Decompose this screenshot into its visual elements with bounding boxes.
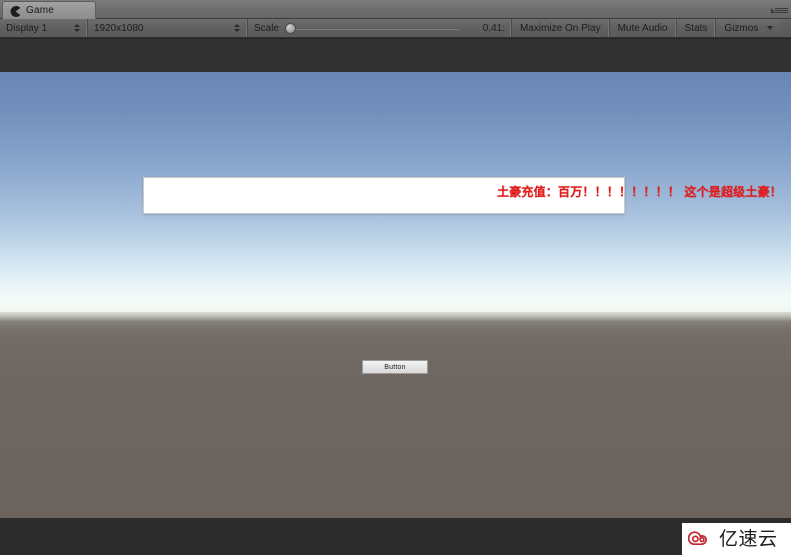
stats-label: Stats — [684, 22, 708, 34]
maximize-on-play-label: Maximize On Play — [520, 22, 601, 34]
game-render-area[interactable]: 土豪充值：百万！！！！！！！！ 这个是超级土豪！ Button — [0, 72, 791, 518]
scale-slider[interactable] — [285, 22, 459, 34]
letterbox-bottom — [0, 518, 791, 555]
maximize-on-play-button[interactable]: Maximize On Play — [512, 19, 610, 37]
resolution-dropdown[interactable]: 1920x1080 — [88, 19, 248, 37]
letterbox-top — [0, 39, 791, 72]
tab-game[interactable]: Game — [2, 1, 96, 20]
watermark: 亿速云 — [682, 523, 791, 555]
game-button-label: Button — [384, 363, 406, 371]
game-button[interactable]: Button — [362, 360, 428, 374]
stats-button[interactable]: Stats — [676, 19, 717, 37]
mute-audio-button[interactable]: Mute Audio — [609, 19, 677, 37]
resolution-dropdown-value: 1920x1080 — [94, 22, 144, 34]
scale-label: Scale — [254, 22, 280, 34]
game-pacman-icon — [10, 5, 21, 17]
tab-strip: Game — [0, 0, 791, 20]
scale-slider-knob[interactable] — [285, 22, 297, 34]
scale-value: 0.41: — [482, 22, 505, 34]
window-options-icon[interactable] — [771, 4, 788, 16]
gizmos-label: Gizmos — [724, 22, 759, 34]
scale-control[interactable]: Scale 0.41: — [248, 19, 512, 37]
game-view-container: 土豪充值：百万！！！！！！！！ 这个是超级土豪！ Button 亿速云 — [0, 39, 791, 555]
tab-game-label: Game — [26, 5, 55, 16]
gizmos-button[interactable]: Gizmos — [716, 19, 782, 37]
ground-terrain — [0, 312, 791, 518]
display-dropdown[interactable]: Display 1 — [0, 19, 88, 37]
watermark-text: 亿速云 — [719, 527, 778, 550]
game-toolbar: Display 1 1920x1080 Scale 0.41: Maximize… — [0, 19, 791, 38]
scale-slider-track — [285, 27, 459, 30]
chevron-down-icon[interactable] — [767, 26, 774, 30]
display-dropdown-value: Display 1 — [6, 22, 48, 34]
message-text: 土豪充值：百万！！！！！！！！ 这个是超级土豪！ — [497, 185, 782, 199]
chevron-updown-icon — [233, 23, 241, 34]
cloud-logo-icon — [687, 528, 714, 550]
unity-game-window: Game Display 1 1920x1080 Scale 0.41: Max… — [0, 0, 791, 555]
mute-audio-label: Mute Audio — [617, 22, 668, 34]
chevron-updown-icon — [73, 23, 81, 34]
